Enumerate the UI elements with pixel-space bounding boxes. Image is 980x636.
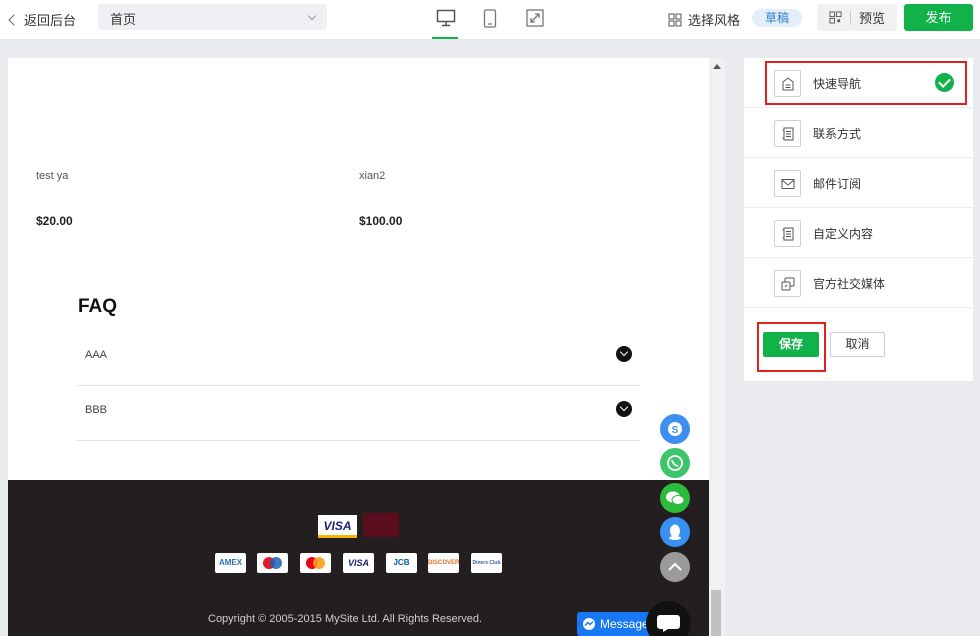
whatsapp-icon[interactable]	[660, 448, 690, 478]
scroll-up-arrow-icon[interactable]	[713, 64, 721, 69]
panel-item-quick-nav[interactable]: 快速导航	[744, 58, 973, 108]
messenger-button[interactable]: Message	[577, 612, 657, 636]
faq-title: FAQ	[78, 296, 118, 317]
social-media-icon	[774, 270, 801, 297]
panel-item-label: 快速导航	[813, 77, 862, 91]
save-button[interactable]: 保存	[763, 332, 819, 357]
panel-item-contact[interactable]: 联系方式	[744, 108, 973, 158]
wechat-icon[interactable]	[660, 483, 690, 513]
panel-item-label: 邮件订阅	[813, 177, 862, 191]
product-name[interactable]: xian2	[359, 170, 385, 182]
chevron-down-icon[interactable]	[616, 346, 632, 362]
product-price: $100.00	[359, 214, 403, 228]
copyright-text: Copyright © 2005-2015 MySite Ltd. All Ri…	[208, 613, 483, 625]
faq-question: BBB	[85, 404, 108, 416]
back-to-admin-button[interactable]: 返回后台	[8, 10, 76, 29]
panel-item-label: 官方社交媒体	[813, 277, 886, 291]
faq-question: AAA	[85, 349, 108, 361]
visa-card-icon: VISA	[343, 553, 374, 573]
fullscreen-button[interactable]	[523, 6, 547, 30]
jcb-card-icon: JCB	[386, 553, 417, 573]
check-circle-icon	[935, 73, 954, 92]
payment-card-logo	[363, 513, 399, 537]
mobile-view-button[interactable]	[478, 6, 502, 30]
chat-widget-button[interactable]	[646, 601, 691, 636]
choose-style-button[interactable]: 选择风格	[668, 10, 740, 29]
messenger-icon	[583, 618, 595, 630]
scrollbar-thumb[interactable]	[711, 590, 721, 636]
canvas-scrollbar[interactable]	[709, 58, 725, 636]
panel-item-label: 自定义内容	[813, 227, 874, 241]
skype-icon[interactable]: S	[660, 414, 690, 444]
diners-club-card-icon: Diners Club	[471, 553, 502, 573]
contact-icon	[774, 120, 801, 147]
chevron-down-icon[interactable]	[616, 401, 632, 417]
maestro-card-icon	[257, 553, 288, 573]
mastercard-card-icon	[300, 553, 331, 573]
discover-card-icon: DISCOVER	[428, 553, 459, 573]
expand-icon	[526, 9, 544, 27]
qq-icon[interactable]	[660, 517, 690, 547]
cancel-button[interactable]: 取消	[830, 332, 885, 357]
tablet-icon	[483, 8, 497, 28]
page-canvas: test ya $20.00 xian2 $100.00 FAQ AAA BBB…	[8, 58, 709, 636]
back-label: 返回后台	[24, 13, 77, 28]
faq-item[interactable]: AAA	[77, 331, 640, 386]
panel-item-social-media[interactable]: 官方社交媒体	[744, 258, 973, 308]
custom-content-icon	[774, 220, 801, 247]
chevron-left-icon	[8, 13, 20, 26]
product-name[interactable]: test ya	[36, 170, 68, 182]
qr-code-icon	[829, 11, 842, 24]
top-toolbar: 返回后台 首页 选择风格 草稿 预览 发布	[0, 0, 980, 40]
chevron-down-icon	[307, 11, 317, 21]
publish-button[interactable]: 发布	[904, 4, 973, 31]
panel-item-label: 联系方式	[813, 127, 862, 141]
chat-icon	[657, 615, 680, 632]
divider	[849, 10, 851, 25]
desktop-icon	[436, 9, 456, 27]
page-select[interactable]: 首页	[98, 4, 327, 30]
back-to-top-icon[interactable]	[660, 552, 690, 582]
svg-text:S: S	[672, 425, 679, 436]
nav-icon	[774, 70, 801, 97]
messenger-label: Message	[600, 617, 649, 631]
product-price: $20.00	[36, 214, 73, 228]
draft-badge: 草稿	[752, 9, 802, 27]
panel-item-custom-content[interactable]: 自定义内容	[744, 208, 973, 258]
amex-card-icon: AMEX	[215, 553, 246, 573]
grid-icon	[668, 13, 682, 26]
visa-logo: VISA	[318, 515, 357, 538]
faq-item[interactable]: BBB	[77, 386, 640, 441]
preview-label: 预览	[858, 11, 885, 26]
panel-item-mail-subscribe[interactable]: 邮件订阅	[744, 158, 973, 208]
preview-button[interactable]: 预览	[817, 4, 897, 31]
desktop-view-button[interactable]	[432, 6, 458, 39]
page-select-value: 首页	[110, 12, 137, 27]
choose-style-label: 选择风格	[688, 13, 741, 28]
mail-icon	[774, 170, 801, 197]
